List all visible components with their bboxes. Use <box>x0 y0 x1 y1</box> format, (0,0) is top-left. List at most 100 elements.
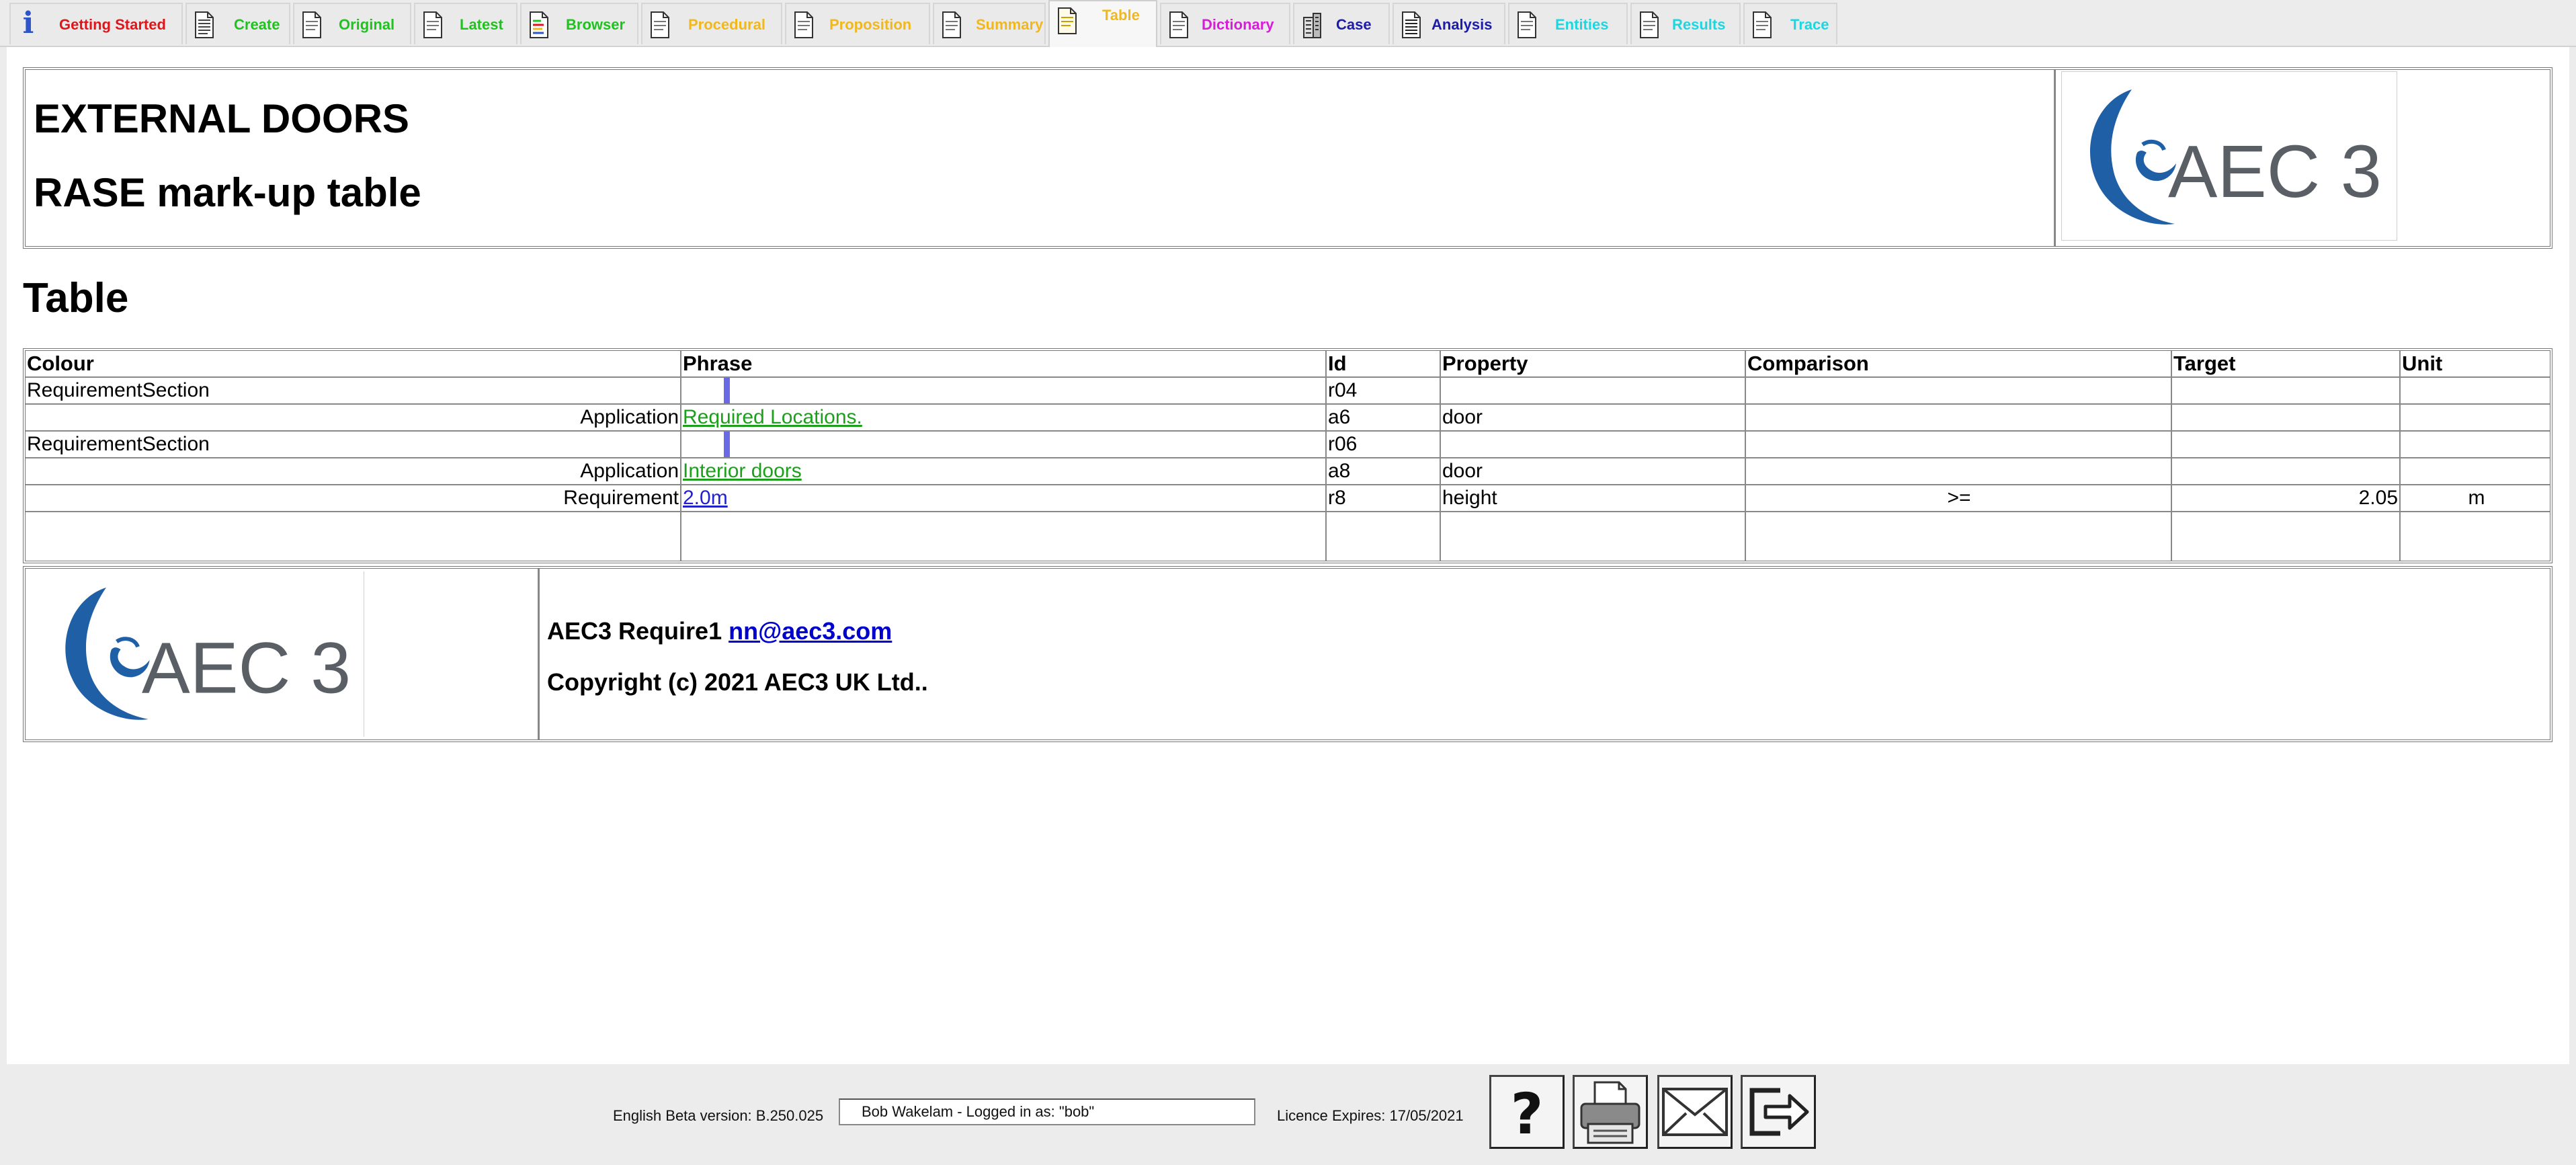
section-title: Table <box>23 275 129 321</box>
section-marker <box>724 432 730 457</box>
print-button[interactable] <box>1573 1075 1648 1149</box>
tab-label: Latest <box>460 16 503 33</box>
page-title: EXTERNAL DOORS <box>34 96 409 141</box>
tab-label: Summary <box>976 16 1044 33</box>
cell-colour: Requirement <box>563 487 679 509</box>
tab-label: Proposition <box>829 16 912 33</box>
cell-property: height <box>1442 487 1497 509</box>
cell-id: r04 <box>1328 379 1358 401</box>
tab-label: Trace <box>1790 16 1829 33</box>
question-mark-icon: ? <box>1511 1081 1544 1147</box>
cell-property: door <box>1442 460 1483 482</box>
status-bar: English Beta version: B.250.025 Bob Wake… <box>0 1066 2576 1165</box>
tab-getting-started[interactable]: i Getting Started <box>9 3 183 44</box>
col-divider <box>680 351 681 561</box>
help-button[interactable]: ? <box>1489 1075 1565 1149</box>
tab-label: Entities <box>1555 16 1609 33</box>
phrase-link[interactable]: 2.0m <box>683 485 728 511</box>
email-button[interactable] <box>1657 1075 1733 1149</box>
tab-label: Getting Started <box>59 16 166 33</box>
column-header-unit: Unit <box>2402 352 2443 375</box>
document-icon <box>195 11 214 38</box>
cell-property: door <box>1442 406 1483 428</box>
cell-colour: RequirementSection <box>27 433 210 455</box>
footer-divider <box>538 569 540 739</box>
user-field: Bob Wakelam - Logged in as: "bob" <box>839 1098 1255 1125</box>
cell-colour: Application <box>580 460 679 482</box>
col-divider <box>1440 351 1441 561</box>
tab-label: Original <box>339 16 395 33</box>
tab-trace[interactable]: Trace <box>1743 3 1837 44</box>
document-chart-icon <box>1402 11 1421 38</box>
document-icon <box>1169 11 1188 38</box>
col-divider <box>1325 351 1327 561</box>
header-divider <box>2054 70 2056 246</box>
column-header-comparison: Comparison <box>1747 352 1869 375</box>
building-icon <box>1303 13 1321 38</box>
phrase-link[interactable]: Interior doors <box>683 458 802 484</box>
tab-dictionary[interactable]: Dictionary <box>1160 3 1290 44</box>
footer-product-line: AEC3 Require1 nn@aec3.com <box>547 617 892 645</box>
cell-colour: RequirementSection <box>27 379 210 401</box>
tab-case[interactable]: Case <box>1293 3 1390 44</box>
logout-button[interactable] <box>1741 1075 1816 1149</box>
col-divider <box>1745 351 1746 561</box>
printer-icon <box>1580 1081 1640 1144</box>
tab-label: Create <box>234 16 280 33</box>
cell-id: a8 <box>1328 460 1351 482</box>
tab-results[interactable]: Results <box>1630 3 1741 44</box>
aec3-logo: AEC 3 <box>65 588 351 720</box>
tab-entities[interactable]: Entities <box>1508 3 1628 44</box>
info-icon: i <box>22 6 34 40</box>
column-header-colour: Colour <box>27 352 94 375</box>
document-icon <box>1753 11 1772 38</box>
cell-unit: m <box>2468 487 2485 509</box>
tab-label: Case <box>1336 16 1372 33</box>
section-marker <box>724 378 730 403</box>
envelope-icon <box>1662 1088 1728 1136</box>
cell-id: r8 <box>1328 487 1346 509</box>
phrase-link[interactable]: Required Locations. <box>683 405 862 430</box>
tab-label: Analysis <box>1431 16 1493 33</box>
document-icon <box>302 11 321 38</box>
document-icon <box>794 11 813 38</box>
column-header-property: Property <box>1442 352 1528 375</box>
tab-original[interactable]: Original <box>293 3 411 44</box>
document-icon <box>1518 11 1536 38</box>
cell-target: 2.05 <box>2358 487 2398 509</box>
tab-summary[interactable]: Summary <box>933 3 1046 44</box>
tab-browser[interactable]: Browser <box>520 3 638 44</box>
svg-text:?: ? <box>1511 1081 1544 1147</box>
email-link[interactable]: nn@aec3.com <box>729 617 892 645</box>
footer-logo-cell: AEC 3 <box>30 571 364 737</box>
version-text: English Beta version: B.250.025 <box>613 1107 824 1124</box>
column-header-target: Target <box>2173 352 2236 375</box>
tab-label: Dictionary <box>1202 16 1274 33</box>
tab-create[interactable]: Create <box>185 3 290 44</box>
cell-id: r06 <box>1328 433 1358 455</box>
logo-wordmark: AEC 3 <box>142 628 351 709</box>
product-name: AEC3 Require1 <box>547 617 722 645</box>
tab-bar: i Getting Started Create Original Latest… <box>0 0 2576 47</box>
document-colored-icon <box>530 11 548 38</box>
tab-analysis[interactable]: Analysis <box>1393 3 1505 44</box>
page-subtitle: RASE mark-up table <box>34 170 421 215</box>
document-icon <box>1058 7 1077 34</box>
col-divider <box>2399 351 2401 561</box>
exit-arrow-icon <box>1749 1088 1809 1136</box>
tab-proposition[interactable]: Proposition <box>785 3 930 44</box>
copyright-text: Copyright (c) 2021 AEC3 UK Ltd.. <box>547 668 928 696</box>
tab-label: Browser <box>566 16 626 33</box>
column-header-phrase: Phrase <box>683 352 753 375</box>
logo-wordmark: AEC 3 <box>2168 130 2382 213</box>
document-footer: AEC 3 AEC3 Require1 nn@aec3.com Copyrigh… <box>23 566 2552 742</box>
column-header-id: Id <box>1328 352 1347 375</box>
tab-procedural[interactable]: Procedural <box>641 3 782 44</box>
tab-label: Table <box>1102 7 1140 24</box>
document-header: EXTERNAL DOORS RASE mark-up table AEC 3 <box>23 67 2552 249</box>
rase-table: Colour Phrase Id Property Comparison Tar… <box>23 348 2552 563</box>
tab-latest[interactable]: Latest <box>414 3 517 44</box>
cell-id: a6 <box>1328 406 1351 428</box>
tab-table[interactable]: Table <box>1048 0 1157 47</box>
col-divider <box>2171 351 2172 561</box>
